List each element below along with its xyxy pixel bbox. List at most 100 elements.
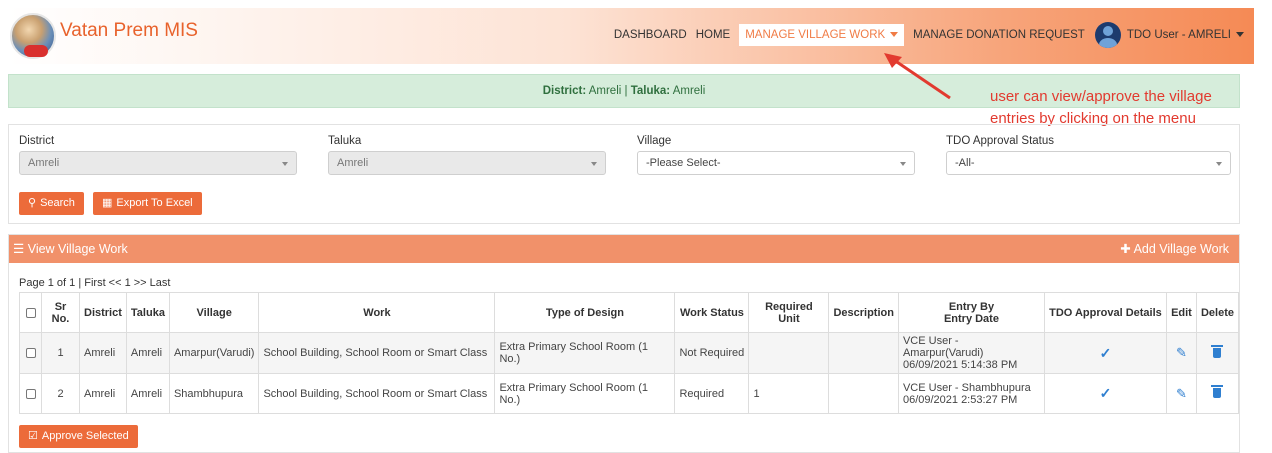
dropdown-arrow-icon: [282, 162, 288, 166]
village-work-panel: ☰ View Village Work ✚ Add Village Work P…: [8, 234, 1240, 453]
filter-panel: District Amreli Taluka Amreli Village -P…: [8, 124, 1240, 224]
col-description: Description: [828, 292, 899, 333]
cell-required-unit: [748, 332, 830, 374]
district-select[interactable]: Amreli: [19, 151, 297, 175]
col-type-of-design: Type of Design: [494, 292, 676, 333]
approve-selected-button[interactable]: ☑ Approve Selected: [19, 425, 138, 448]
top-navbar: Vatan Prem MIS DASHBOARD HOME MANAGE VIL…: [8, 8, 1254, 64]
nav-dashboard[interactable]: DASHBOARD: [614, 22, 687, 48]
taluka-select-value: Amreli: [337, 157, 369, 169]
cell-entry-date: 06/09/2021 5:14:38 PM: [902, 359, 1018, 371]
cell-entry: VCE User - Amarpur(Varudi) 06/09/2021 5:1…: [897, 332, 1045, 374]
col-work-status: Work Status: [674, 292, 750, 333]
cell-edit: ✎: [1165, 332, 1197, 374]
col-tdo-approval: TDO Approval Details: [1043, 292, 1167, 333]
caret-down-icon: [1236, 32, 1244, 38]
nav-home[interactable]: HOME: [696, 22, 731, 48]
cell-work: School Building, School Room or Smart Cl…: [258, 332, 496, 374]
dropdown-arrow-icon: [900, 162, 906, 166]
col-district: District: [79, 292, 127, 333]
tdo-status-select-value: -All-: [955, 157, 975, 169]
list-icon: ☰: [13, 242, 25, 256]
select-all-header: [19, 292, 42, 333]
dropdown-arrow-icon: [1216, 162, 1222, 166]
table-row: 2 Amreli Amreli Shambhupura School Build…: [19, 373, 1240, 414]
user-menu[interactable]: TDO User - AMRELI: [1127, 22, 1244, 48]
cell-taluka: Amreli: [125, 332, 170, 374]
village-work-table: Sr No. District Taluka Village Work Type…: [19, 292, 1240, 414]
col-edit: Edit: [1165, 292, 1197, 333]
tdo-status-select[interactable]: -All-: [946, 151, 1231, 175]
col-taluka: Taluka: [125, 292, 170, 333]
main-nav: DASHBOARD HOME MANAGE VILLAGE WORK MANAG…: [605, 22, 1244, 48]
cell-delete: [1195, 332, 1240, 374]
cell-district: Amreli: [79, 332, 127, 374]
col-entry-date: Entry Date: [943, 312, 999, 325]
trash-icon[interactable]: [1211, 344, 1224, 358]
excel-icon: ▦: [102, 197, 113, 209]
district-filter-label: District: [19, 135, 55, 147]
search-button[interactable]: ⚲ Search: [19, 192, 84, 215]
separator: |: [624, 85, 628, 97]
logo[interactable]: [10, 13, 56, 59]
export-excel-button[interactable]: ▦ Export To Excel: [93, 192, 202, 215]
cell-work-status: Not Required: [674, 332, 750, 374]
search-button-label: Search: [40, 197, 75, 209]
page: Vatan Prem MIS DASHBOARD HOME MANAGE VIL…: [0, 0, 1272, 453]
row-select: [19, 332, 42, 374]
cell-entry-date: 06/09/2021 2:53:27 PM: [902, 393, 1018, 406]
check-icon[interactable]: ✓: [1100, 385, 1112, 401]
cell-work: School Building, School Room or Smart Cl…: [258, 373, 496, 414]
table-header-row: Sr No. District Taluka Village Work Type…: [19, 292, 1240, 333]
check-icon[interactable]: ✓: [1100, 345, 1112, 361]
col-work: Work: [258, 292, 496, 333]
cell-entry-by: VCE User - Shambhupura: [902, 381, 1031, 394]
panel-header: ☰ View Village Work ✚ Add Village Work: [9, 235, 1239, 263]
taluka-filter: Taluka Amreli: [328, 135, 606, 175]
taluka-label: Taluka:: [630, 85, 671, 97]
col-delete: Delete: [1195, 292, 1240, 333]
panel-title: View Village Work: [27, 242, 128, 256]
taluka-select[interactable]: Amreli: [328, 151, 606, 175]
tdo-status-filter: TDO Approval Status -All-: [946, 135, 1231, 175]
user-avatar[interactable]: [1094, 22, 1121, 48]
table-row: 1 Amreli Amreli Amarpur(Varudi) School B…: [19, 332, 1240, 374]
logo-badge: [24, 45, 48, 57]
cell-required-unit: 1: [748, 373, 830, 414]
nav-manage-village-work[interactable]: MANAGE VILLAGE WORK: [739, 24, 905, 46]
col-village: Village: [168, 292, 260, 333]
approve-selected-label: Approve Selected: [41, 430, 129, 442]
cell-tdo-approval: ✓: [1043, 332, 1167, 374]
cell-entry-by: VCE User - Amarpur(Varudi): [902, 335, 984, 359]
cell-tdo-approval: ✓: [1043, 373, 1167, 414]
col-sr: Sr No.: [41, 292, 80, 333]
cell-sr: 1: [41, 332, 80, 374]
dropdown-arrow-icon: [591, 162, 597, 166]
district-filter: District Amreli: [19, 135, 297, 175]
add-village-work-button[interactable]: ✚ Add Village Work: [1120, 235, 1229, 263]
cell-type-of-design: Extra Primary School Room (1 No.): [494, 373, 676, 414]
cell-entry: VCE User - Shambhupura 06/09/2021 2:53:27…: [897, 373, 1045, 414]
pagination[interactable]: Page 1 of 1 | First << 1 >> Last: [19, 277, 170, 289]
taluka-filter-label: Taluka: [328, 135, 362, 147]
pencil-icon[interactable]: ✎: [1176, 386, 1187, 401]
row-checkbox[interactable]: [25, 388, 36, 399]
select-all-checkbox[interactable]: [25, 307, 36, 318]
village-select[interactable]: -Please Select-: [637, 151, 915, 175]
col-entry-by: Entry By: [948, 300, 995, 313]
brand-title[interactable]: Vatan Prem MIS: [60, 20, 198, 42]
cell-sr: 2: [41, 373, 80, 414]
nav-manage-donation-request[interactable]: MANAGE DONATION REQUEST: [913, 22, 1085, 48]
cell-description: [828, 373, 899, 414]
caret-down-icon: [890, 32, 899, 38]
row-checkbox[interactable]: [25, 348, 36, 359]
row-select: [19, 373, 42, 414]
district-value: Amreli: [588, 85, 622, 97]
cell-description: [828, 332, 899, 374]
cell-delete: [1195, 373, 1240, 414]
annotation-line-1: user can view/approve the village: [990, 88, 1212, 105]
pencil-icon[interactable]: ✎: [1176, 345, 1187, 360]
col-entry: Entry By Entry Date: [897, 292, 1045, 333]
district-label: District:: [542, 85, 587, 97]
trash-icon[interactable]: [1211, 385, 1224, 398]
